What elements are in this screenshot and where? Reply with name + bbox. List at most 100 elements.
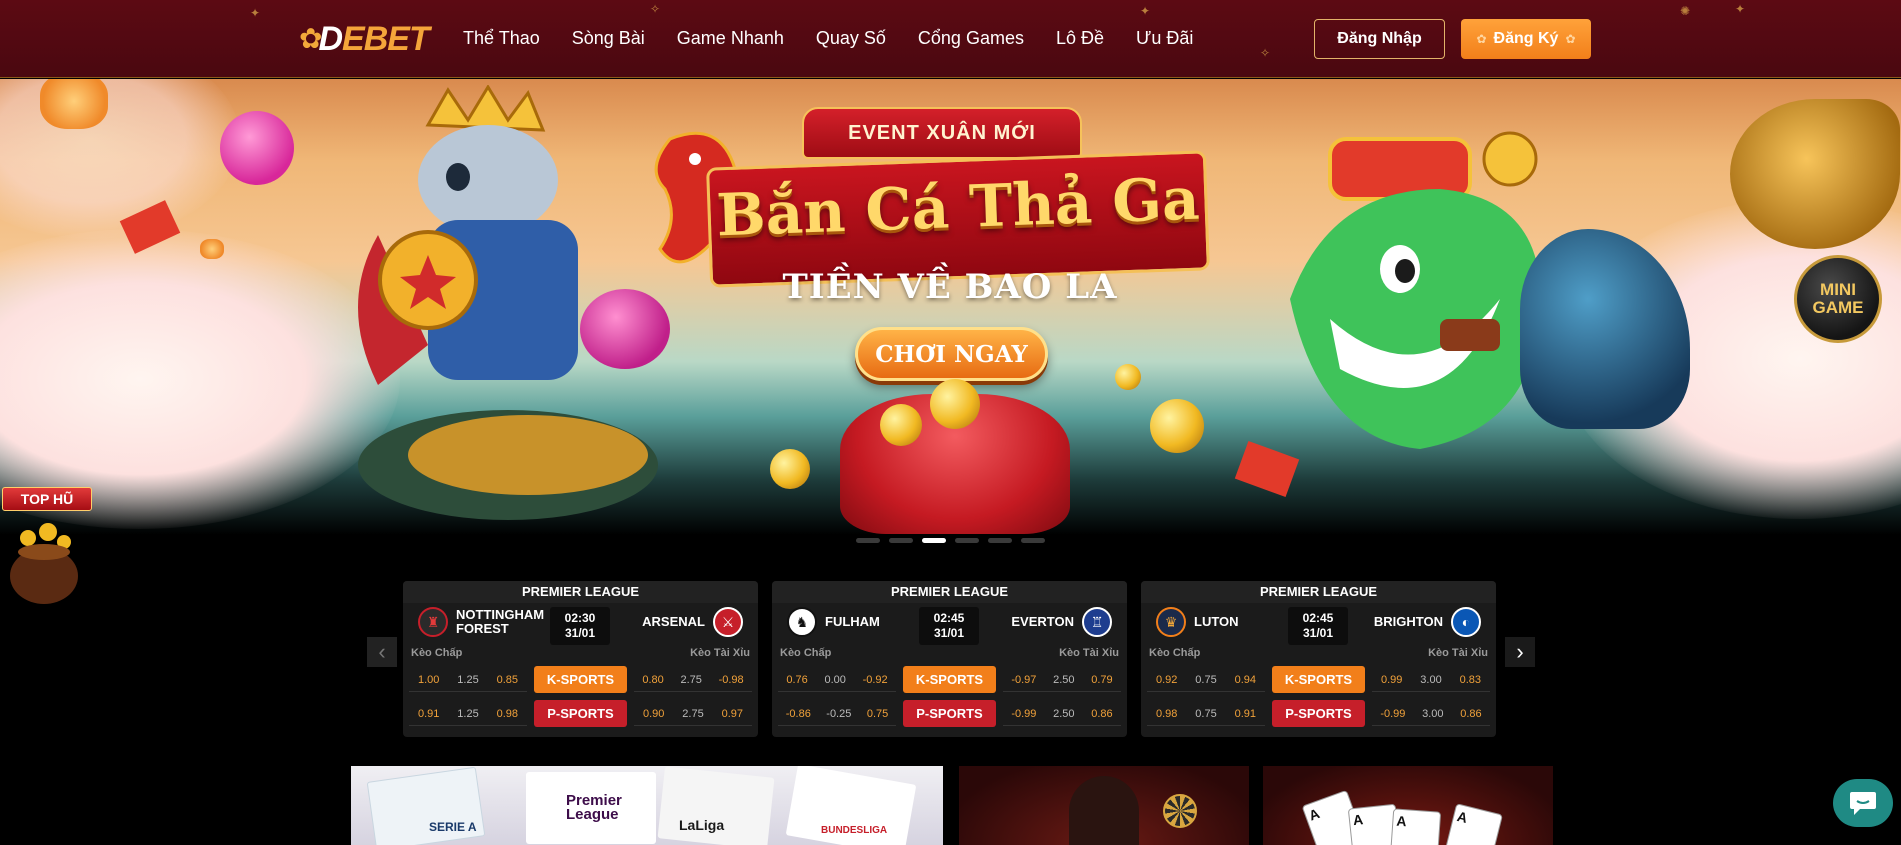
- nav-quay-so[interactable]: Quay Số: [816, 27, 886, 49]
- match-card[interactable]: PREMIER LEAGUE ♞ FULHAM 02:45 31/01 EVER…: [772, 581, 1127, 737]
- sports-tile[interactable]: SERIE A Premier League LaLiga BUNDESLIGA: [351, 766, 943, 845]
- logo-text: DEBET: [318, 20, 430, 58]
- luton-crest-icon: ♛: [1156, 607, 1186, 637]
- bundesliga-label: BUNDESLIGA: [821, 825, 888, 836]
- over-under-odds: 0.80 2.75 -0.98: [634, 668, 752, 692]
- odd-value[interactable]: -0.98: [719, 674, 744, 686]
- odd-value[interactable]: 0.86: [1091, 708, 1112, 720]
- slide-dot-4[interactable]: [955, 538, 979, 543]
- nav-uu-dai[interactable]: Ưu Đãi: [1136, 27, 1193, 49]
- banner-subtitle: TIỀN VỀ BAO LA: [782, 267, 1118, 307]
- register-label: Đăng Ký: [1493, 30, 1559, 47]
- odds-headers: Kèo Chấp Kèo Tài Xỉu: [1141, 647, 1496, 663]
- p-sports-button[interactable]: P-SPORTS: [903, 700, 996, 727]
- card-games-tile[interactable]: A A A A: [1263, 766, 1553, 845]
- match-card[interactable]: PREMIER LEAGUE ♛ LUTON 02:45 31/01 BRIGH…: [1141, 581, 1496, 737]
- odd-value[interactable]: 0.80: [642, 674, 663, 686]
- slide-dot-6[interactable]: [1021, 538, 1045, 543]
- slide-dot-1[interactable]: [856, 538, 880, 543]
- odd-line: 3.00: [1420, 673, 1442, 686]
- over-under-label: Kèo Tài Xỉu: [1059, 647, 1119, 659]
- nav-game-nhanh[interactable]: Game Nhanh: [677, 27, 784, 49]
- odd-value[interactable]: 0.91: [1235, 708, 1256, 720]
- odd-value[interactable]: 0.75: [867, 708, 888, 720]
- match-time: 02:45 31/01: [1288, 607, 1348, 645]
- fulham-crest-icon: ♞: [787, 607, 817, 637]
- jackpot-pot-icon[interactable]: [8, 518, 80, 606]
- nav-lo-de[interactable]: Lô Đề: [1056, 27, 1104, 49]
- matches-prev-button[interactable]: ‹: [367, 637, 397, 667]
- odd-value[interactable]: 0.99: [1381, 674, 1402, 686]
- p-sports-button[interactable]: P-SPORTS: [1272, 700, 1365, 727]
- k-sports-button[interactable]: K-SPORTS: [903, 666, 996, 693]
- slide-dot-5[interactable]: [988, 538, 1012, 543]
- odd-value[interactable]: 0.90: [643, 708, 664, 720]
- home-team-name: NOTTINGHAM FOREST: [456, 607, 545, 636]
- match-card[interactable]: PREMIER LEAGUE ♜ NOTTINGHAM FOREST 02:30…: [403, 581, 758, 737]
- firework-decoration: ✧: [650, 2, 661, 16]
- odd-value[interactable]: 0.76: [786, 674, 807, 686]
- odd-line: 2.50: [1053, 673, 1075, 686]
- odd-value[interactable]: 0.98: [497, 708, 518, 720]
- odd-value[interactable]: 0.86: [1460, 708, 1481, 720]
- home-team: ♜ NOTTINGHAM FOREST: [418, 607, 554, 637]
- p-sports-button[interactable]: P-SPORTS: [534, 700, 627, 727]
- odd-value[interactable]: 0.94: [1235, 674, 1256, 686]
- match-teams: ♜ NOTTINGHAM FOREST 02:30 31/01 ARSENAL …: [403, 603, 758, 647]
- k-sports-odds-row: 1.00 1.25 0.85 K-SPORTS 0.80 2.75 -0.98: [403, 663, 758, 697]
- top-hu-button[interactable]: TOP HŨ: [2, 487, 92, 511]
- odd-value[interactable]: 0.85: [497, 674, 518, 686]
- lantern-decoration: [200, 239, 224, 259]
- kickoff-date: 31/01: [933, 626, 965, 640]
- slide-dot-3[interactable]: [922, 538, 946, 543]
- odd-value[interactable]: 1.00: [418, 674, 439, 686]
- odd-line: 2.50: [1053, 707, 1075, 720]
- chevron-right-icon: ›: [1516, 639, 1524, 664]
- match-teams: ♞ FULHAM 02:45 31/01 EVERTON ♖: [772, 603, 1127, 647]
- odd-value[interactable]: 0.83: [1460, 674, 1481, 686]
- odd-value[interactable]: -0.97: [1011, 674, 1036, 686]
- mini-game-button[interactable]: MINI GAME: [1794, 255, 1882, 343]
- k-sports-button[interactable]: K-SPORTS: [1272, 666, 1365, 693]
- odd-line: -0.25: [826, 707, 852, 720]
- login-button[interactable]: Đăng Nhập: [1314, 19, 1445, 59]
- over-under-label: Kèo Tài Xỉu: [690, 647, 750, 659]
- playing-card-icon: A: [1440, 803, 1504, 845]
- odd-value[interactable]: -0.86: [786, 708, 811, 720]
- logo-rest: EBET: [342, 20, 430, 58]
- odd-value[interactable]: 0.92: [1156, 674, 1177, 686]
- banner-pagination: [856, 538, 1054, 543]
- away-team: ARSENAL ⚔: [634, 607, 743, 637]
- register-button[interactable]: ✿ Đăng Ký ✿: [1461, 19, 1591, 59]
- away-team: EVERTON ♖: [1003, 607, 1112, 637]
- over-under-odds: 0.99 3.00 0.83: [1372, 668, 1490, 692]
- odd-value[interactable]: 0.91: [418, 708, 439, 720]
- odd-value[interactable]: 0.98: [1156, 708, 1177, 720]
- away-team: BRIGHTON ◐: [1366, 607, 1481, 637]
- casino-tile[interactable]: [959, 766, 1249, 845]
- play-now-button[interactable]: CHƠI NGAY: [855, 327, 1048, 381]
- k-sports-button[interactable]: K-SPORTS: [534, 666, 627, 693]
- nottingham-crest-icon: ♜: [418, 607, 448, 637]
- slide-dot-2[interactable]: [889, 538, 913, 543]
- matches-next-button[interactable]: ›: [1505, 637, 1535, 667]
- brighton-crest-icon: ◐: [1451, 607, 1481, 637]
- odd-value[interactable]: -0.99: [1380, 708, 1405, 720]
- p-sports-odds-row: -0.86 -0.25 0.75 P-SPORTS -0.99 2.50 0.8…: [772, 697, 1127, 731]
- firework-decoration: ✦: [250, 6, 261, 20]
- odd-value[interactable]: 0.79: [1091, 674, 1112, 686]
- site-logo[interactable]: ✿ DEBET: [299, 20, 430, 58]
- odd-value[interactable]: 0.97: [722, 708, 743, 720]
- nav-song-bai[interactable]: Sòng Bài: [572, 27, 645, 49]
- nav-the-thao[interactable]: Thể Thao: [463, 27, 540, 49]
- home-team-name: LUTON: [1194, 614, 1239, 629]
- odd-value[interactable]: -0.92: [863, 674, 888, 686]
- odd-line: 0.75: [1195, 707, 1217, 720]
- handicap-odds: 0.76 0.00 -0.92: [778, 668, 896, 692]
- hero-banner[interactable]: EVENT XUÂN MỚI Bắn Cá Thả Ga TIỀN VỀ BAO…: [0, 79, 1901, 535]
- chevron-left-icon: ‹: [378, 639, 386, 664]
- odd-value[interactable]: -0.99: [1011, 708, 1036, 720]
- nav-cong-games[interactable]: Cổng Games: [918, 27, 1024, 49]
- odds-headers: Kèo Chấp Kèo Tài Xỉu: [403, 647, 758, 663]
- live-chat-button[interactable]: [1833, 779, 1893, 827]
